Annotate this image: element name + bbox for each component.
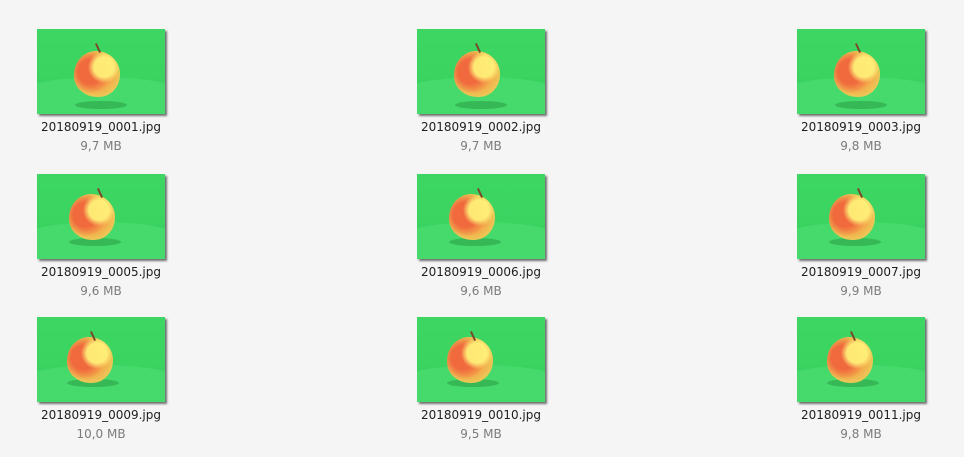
file-name[interactable]: 20180919_0005.jpg: [26, 264, 176, 280]
image-thumbnail[interactable]: [797, 29, 925, 114]
file-item[interactable]: 20180919_0011.jpg 9,8 MB: [786, 317, 936, 442]
file-name[interactable]: 20180919_0009.jpg: [26, 407, 176, 423]
file-size: 9,7 MB: [80, 139, 122, 153]
file-item[interactable]: 20180919_0001.jpg 9,7 MB: [26, 29, 176, 154]
file-item[interactable]: 20180919_0007.jpg 9,9 MB: [786, 174, 936, 299]
file-item[interactable]: 20180919_0009.jpg 10,0 MB: [26, 317, 176, 442]
file-name[interactable]: 20180919_0003.jpg: [786, 119, 936, 135]
file-item[interactable]: 20180919_0003.jpg 9,8 MB: [786, 29, 936, 154]
file-size: 10,0 MB: [76, 427, 126, 441]
image-thumbnail[interactable]: [37, 174, 165, 259]
file-item[interactable]: 20180919_0006.jpg 9,6 MB: [406, 174, 556, 299]
file-name[interactable]: 20180919_0010.jpg: [406, 407, 556, 423]
file-size: 9,6 MB: [80, 284, 122, 298]
file-size: 9,7 MB: [460, 139, 502, 153]
file-item[interactable]: 20180919_0010.jpg 9,5 MB: [406, 317, 556, 442]
image-thumbnail[interactable]: [417, 29, 545, 114]
file-size: 9,8 MB: [840, 427, 882, 441]
file-size: 9,6 MB: [460, 284, 502, 298]
image-thumbnail[interactable]: [417, 174, 545, 259]
file-name[interactable]: 20180919_0006.jpg: [406, 264, 556, 280]
file-name[interactable]: 20180919_0007.jpg: [786, 264, 936, 280]
file-name[interactable]: 20180919_0011.jpg: [786, 407, 936, 423]
file-name[interactable]: 20180919_0002.jpg: [406, 119, 556, 135]
image-thumbnail[interactable]: [37, 29, 165, 114]
file-size: 9,9 MB: [840, 284, 882, 298]
file-size: 9,5 MB: [460, 427, 502, 441]
file-name[interactable]: 20180919_0001.jpg: [26, 119, 176, 135]
file-item[interactable]: 20180919_0002.jpg 9,7 MB: [406, 29, 556, 154]
file-item[interactable]: 20180919_0005.jpg 9,6 MB: [26, 174, 176, 299]
image-thumbnail[interactable]: [797, 317, 925, 402]
image-thumbnail[interactable]: [417, 317, 545, 402]
file-grid: 20180919_0001.jpg 9,7 MB 20180919_0002.j…: [0, 0, 964, 457]
file-size: 9,8 MB: [840, 139, 882, 153]
image-thumbnail[interactable]: [37, 317, 165, 402]
image-thumbnail[interactable]: [797, 174, 925, 259]
